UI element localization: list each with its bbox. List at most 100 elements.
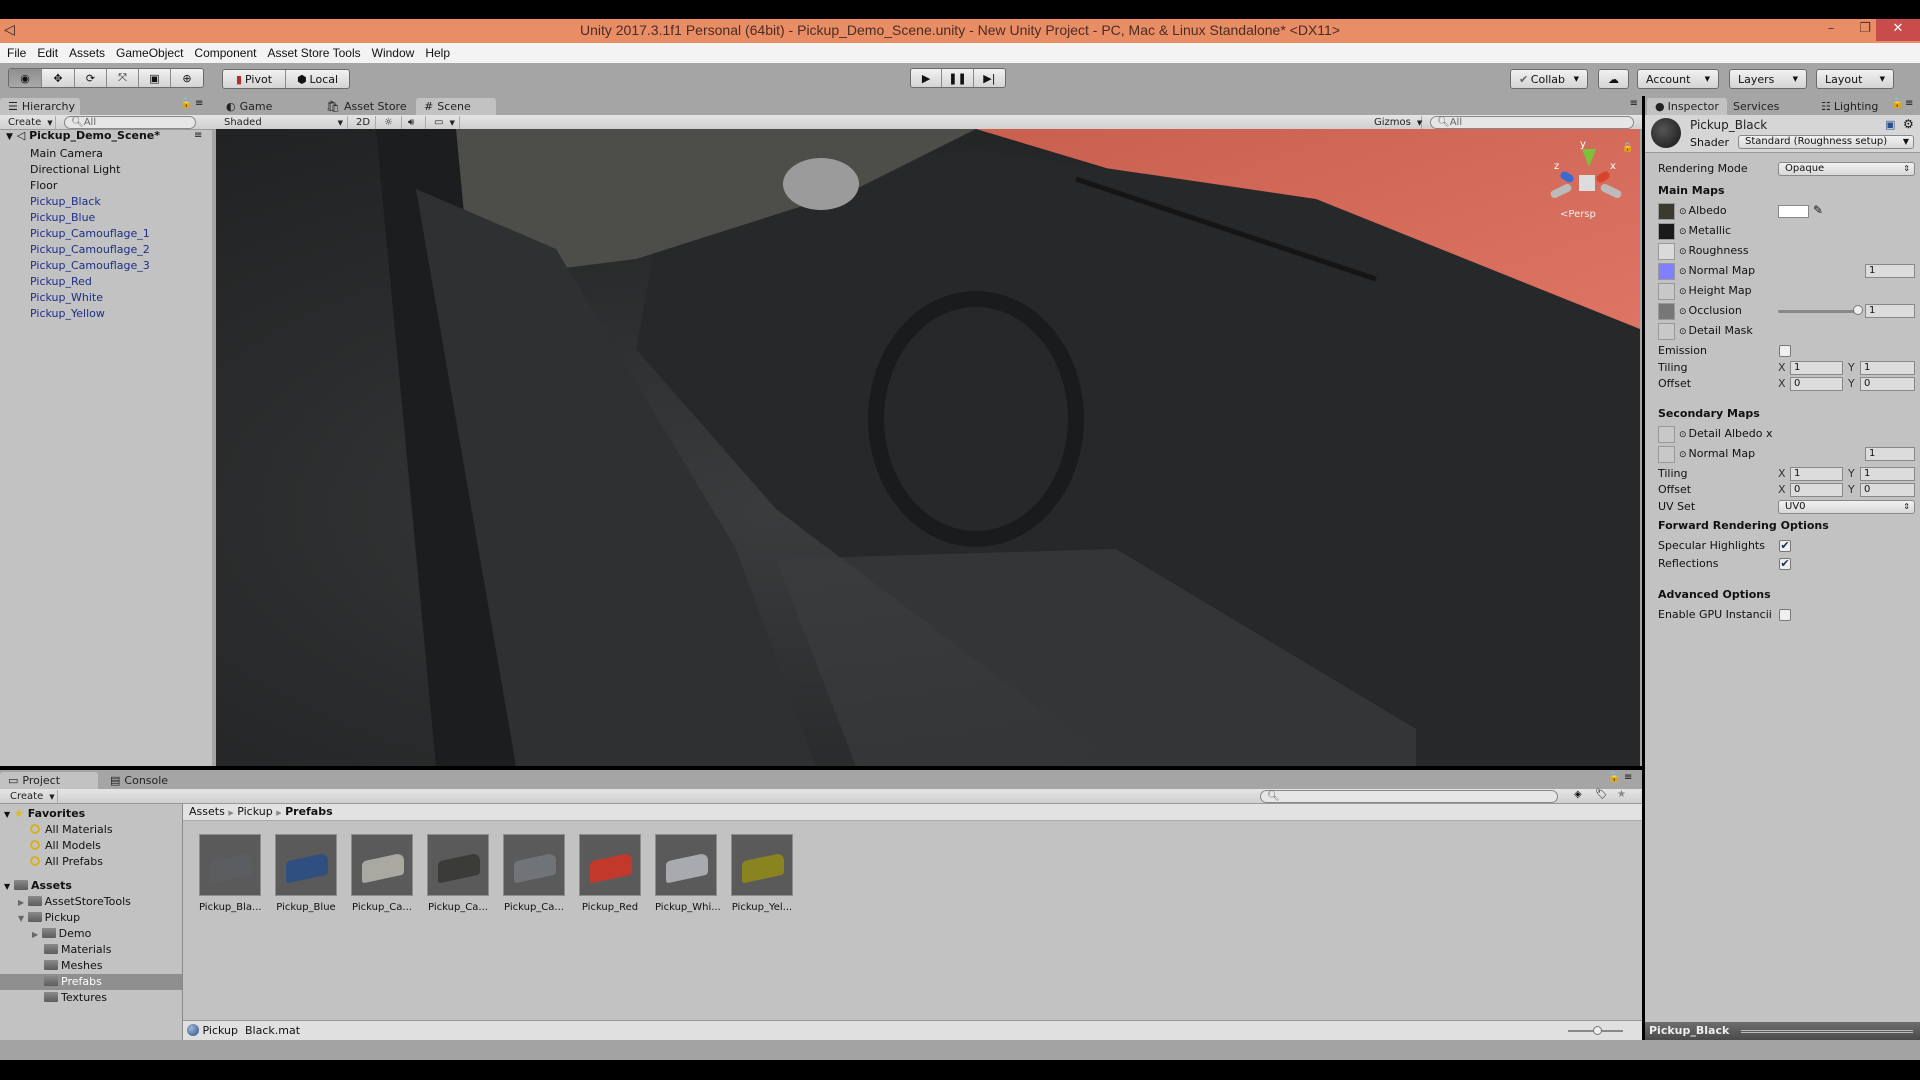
- folder-textures[interactable]: Textures: [44, 990, 107, 1006]
- hierarchy-item[interactable]: Main Camera: [30, 146, 103, 162]
- height-map-texture-slot[interactable]: [1658, 283, 1675, 300]
- emission-checkbox[interactable]: [1779, 345, 1791, 357]
- favorites-node[interactable]: ▼ ★ Favorites: [4, 806, 85, 822]
- hierarchy-search-input[interactable]: 🔍︎All: [64, 116, 196, 129]
- audio-toggle[interactable]: 🔊︎: [404, 116, 426, 129]
- hierarchy-item[interactable]: Pickup_Blue: [30, 210, 95, 226]
- menu-gameobject[interactable]: GameObject: [116, 46, 183, 60]
- lighting-toggle[interactable]: ☼: [380, 116, 402, 129]
- hierarchy-item[interactable]: Directional Light: [30, 162, 120, 178]
- projection-label[interactable]: <Persp: [1560, 209, 1596, 220]
- view-tool-button[interactable]: ◉: [9, 69, 42, 87]
- cloud-button[interactable]: ☁: [1598, 69, 1629, 89]
- 2d-toggle[interactable]: 2D: [352, 116, 376, 129]
- gizmos-dropdown[interactable]: Gizmos ▼: [1370, 116, 1422, 129]
- menu-asset-store-tools[interactable]: Asset Store Tools: [267, 46, 360, 60]
- lock-icon[interactable]: 🔒: [180, 98, 192, 109]
- gizmo-neg-cone-icon[interactable]: [1599, 182, 1623, 200]
- reflections-checkbox[interactable]: ✔: [1779, 558, 1791, 570]
- orientation-gizmo[interactable]: y z x <Persp 🔒: [1546, 139, 1633, 229]
- asset-tile[interactable]: Pickup_Ca...: [427, 834, 489, 913]
- tab-asset-store[interactable]: 🛍︎ Asset Store: [318, 98, 415, 115]
- layout-dropdown[interactable]: Layout ▼: [1816, 69, 1894, 89]
- target-icon[interactable]: ⊙: [1679, 247, 1687, 257]
- main-tiling-x-input[interactable]: 1: [1790, 361, 1843, 375]
- asset-tile[interactable]: Pickup_Red: [579, 834, 641, 913]
- panel-menu-icon[interactable]: ≡: [1905, 98, 1913, 109]
- secondary-offset-x-input[interactable]: 0: [1790, 483, 1843, 497]
- preview-header-bar[interactable]: Pickup_Black: [1645, 1022, 1920, 1040]
- tab-services[interactable]: Services: [1725, 98, 1787, 115]
- tab-project[interactable]: ▭ Project: [0, 772, 98, 789]
- tab-game[interactable]: ◐ Game: [218, 98, 280, 115]
- menu-help[interactable]: Help: [425, 46, 450, 60]
- target-icon[interactable]: ⊙: [1679, 267, 1687, 277]
- scene-menu-icon[interactable]: ≡: [194, 130, 202, 141]
- menu-edit[interactable]: Edit: [37, 46, 58, 60]
- panel-menu-icon[interactable]: ≡: [1630, 98, 1638, 109]
- x-axis-cone-icon[interactable]: [1594, 170, 1612, 184]
- hierarchy-item[interactable]: Pickup_Yellow: [30, 306, 105, 322]
- normal-map-scale-input[interactable]: 1: [1865, 264, 1915, 278]
- menu-assets[interactable]: Assets: [69, 46, 105, 60]
- detail-albedo-texture-slot[interactable]: [1658, 426, 1675, 443]
- occlusion-slider-track[interactable]: [1778, 310, 1858, 313]
- albedo-color-swatch[interactable]: [1778, 205, 1809, 218]
- target-icon[interactable]: ⊙: [1679, 287, 1687, 297]
- effects-dropdown[interactable]: ▭ ▼: [430, 116, 460, 129]
- folder-materials[interactable]: Materials: [44, 942, 111, 958]
- panel-menu-icon[interactable]: ≡: [1624, 772, 1632, 783]
- secondary-tiling-x-input[interactable]: 1: [1790, 467, 1843, 481]
- favorite-all-models[interactable]: All Models: [30, 838, 101, 854]
- step-button[interactable]: ▶|: [974, 69, 1005, 87]
- folder-meshes[interactable]: Meshes: [44, 958, 102, 974]
- scale-tool-button[interactable]: ⤧: [107, 69, 139, 87]
- tab-console[interactable]: ▤ Console: [102, 772, 176, 789]
- scene-viewport[interactable]: y z x <Persp 🔒: [216, 129, 1640, 766]
- metallic-texture-slot[interactable]: [1658, 223, 1675, 240]
- favorite-all-prefabs[interactable]: All Prefabs: [30, 854, 103, 870]
- secondary-normal-texture-slot[interactable]: [1658, 446, 1675, 463]
- lock-icon[interactable]: 🔒: [1608, 772, 1620, 783]
- uv-set-dropdown[interactable]: UV0 ⇕: [1778, 500, 1915, 514]
- pivot-toggle[interactable]: ▮ Pivot: [223, 70, 287, 88]
- lock-icon[interactable]: 🔒: [1891, 98, 1903, 109]
- move-tool-button[interactable]: ✥: [42, 69, 75, 87]
- assets-node[interactable]: ▼ Assets: [4, 878, 72, 894]
- target-icon[interactable]: ⊙: [1679, 450, 1687, 460]
- project-search-input[interactable]: 🔍︎: [1260, 790, 1558, 803]
- local-toggle[interactable]: ⬢ Local: [286, 70, 349, 88]
- eyedropper-icon[interactable]: ✎: [1813, 203, 1823, 217]
- icon-size-slider-handle[interactable]: [1593, 1026, 1602, 1035]
- gear-icon[interactable]: ⚙: [1903, 117, 1914, 131]
- normal-map-texture-slot[interactable]: [1658, 263, 1675, 280]
- hierarchy-item[interactable]: Floor: [30, 178, 57, 194]
- hierarchy-item[interactable]: Pickup_Red: [30, 274, 92, 290]
- menu-window[interactable]: Window: [372, 46, 415, 60]
- gpu-instancing-checkbox[interactable]: [1779, 609, 1791, 621]
- tab-scene[interactable]: # Scene: [416, 98, 496, 115]
- collab-dropdown[interactable]: ✔ Collab ▼: [1510, 69, 1588, 89]
- asset-tile[interactable]: Pickup_Blue: [275, 834, 337, 913]
- asset-tile[interactable]: Pickup_Bla...: [199, 834, 262, 913]
- transform-tool-button[interactable]: ⊕: [171, 69, 203, 87]
- specular-highlights-checkbox[interactable]: ✔: [1779, 540, 1791, 552]
- filter-by-label-icon[interactable]: 🏷︎: [1595, 789, 1608, 800]
- shading-mode-dropdown[interactable]: Shaded ▼: [220, 116, 348, 129]
- shader-dropdown[interactable]: Standard (Roughness setup) ▼: [1738, 135, 1914, 149]
- gizmo-center-cube[interactable]: [1579, 175, 1595, 191]
- roughness-texture-slot[interactable]: [1658, 243, 1675, 260]
- tab-lighting[interactable]: ☷ Lighting: [1813, 98, 1886, 115]
- target-icon[interactable]: ⊙: [1679, 227, 1687, 237]
- layers-dropdown[interactable]: Layers ▼: [1729, 69, 1807, 89]
- hierarchy-item[interactable]: Pickup_Camouflage_3: [30, 258, 150, 274]
- menu-file[interactable]: File: [7, 46, 26, 60]
- scene-root[interactable]: ▼ ◁ Pickup_Demo_Scene*: [6, 129, 160, 142]
- rotate-tool-button[interactable]: ⟳: [75, 69, 107, 87]
- target-icon[interactable]: ⊙: [1679, 430, 1687, 440]
- splitter[interactable]: [182, 804, 183, 1040]
- folder-pickup[interactable]: ▼ Pickup: [18, 910, 80, 926]
- project-create-button[interactable]: Create ▼: [6, 790, 58, 803]
- albedo-texture-slot[interactable]: [1658, 203, 1675, 220]
- filter-by-type-icon[interactable]: ◈: [1574, 789, 1582, 800]
